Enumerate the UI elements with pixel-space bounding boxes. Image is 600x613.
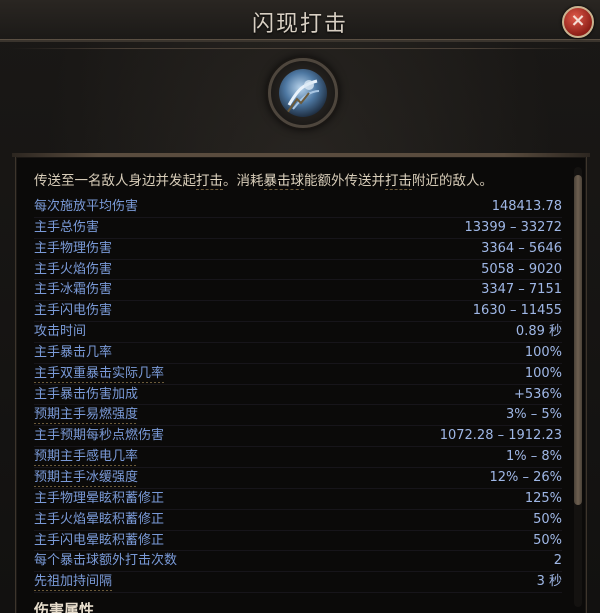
stat-value: 1072.28 – 1912.23 <box>439 428 562 444</box>
stat-row: 预期主手易燃强度 3% – 5% <box>34 405 562 427</box>
stat-value: 1% – 8% <box>505 449 562 465</box>
stat-row: 主手暴击几率 100% <box>34 343 562 364</box>
stat-label: 主手物理伤害 <box>34 240 113 256</box>
description-text: 。消耗 <box>223 173 264 189</box>
stat-value: 148413.78 <box>491 199 562 214</box>
stat-label: 主手总伤害 <box>34 219 100 235</box>
stat-row: 主手闪电晕眩积蓄修正 50% <box>34 531 562 552</box>
stat-label: 主手火焰伤害 <box>34 261 113 277</box>
stat-label: 主手预期每秒点燃伤害 <box>34 428 165 444</box>
close-button[interactable]: × <box>562 6 594 38</box>
stat-label: 主手冰霜伤害 <box>34 282 113 298</box>
stat-value: 5058 – 9020 <box>481 261 562 277</box>
stat-value: 12% – 26% <box>489 469 562 485</box>
description-keyword[interactable]: 打击 <box>196 173 223 190</box>
window-title: 闪现打击 <box>251 12 348 37</box>
stat-row: 攻击时间 0.89 秒 <box>34 322 562 343</box>
stat-label[interactable]: 预期主手感电几率 <box>34 447 139 468</box>
stat-row: 每次施放平均伤害 148413.78 <box>34 197 562 218</box>
description-text: 传送至一名敌人身边并发起 <box>34 173 196 189</box>
stat-value: 2 <box>553 553 562 569</box>
stat-value: 1630 – 11455 <box>472 303 562 319</box>
stat-label[interactable]: 预期主手冰缓强度 <box>34 467 139 488</box>
stat-value: 3347 – 7151 <box>481 282 562 298</box>
stat-value: 125% <box>524 490 562 506</box>
stat-value: 100% <box>524 344 562 360</box>
stat-row: 主手暴击伤害加成 +536% <box>34 385 562 406</box>
stat-row: 预期主手冰缓强度 12% – 26% <box>34 467 562 489</box>
scrollbar[interactable] <box>574 167 582 607</box>
stat-value: 3% – 5% <box>505 407 562 423</box>
stat-label[interactable]: 预期主手易燃强度 <box>34 405 139 426</box>
stat-label: 主手暴击几率 <box>34 344 113 360</box>
stat-value: +536% <box>513 386 562 402</box>
stat-value: 100% <box>524 365 562 381</box>
stat-label: 每个暴击球额外打击次数 <box>34 553 178 569</box>
row-separator <box>34 592 562 594</box>
skill-description: 传送至一名敌人身边并发起打击。消耗暴击球能额外传送并打击附近的敌人。 <box>34 171 564 191</box>
stat-row: 主手总伤害 13399 – 33272 <box>34 218 562 239</box>
description-keyword[interactable]: 暴击球 <box>263 173 304 190</box>
stat-value: 13399 – 33272 <box>464 219 562 235</box>
stat-row: 主手闪电伤害 1630 – 11455 <box>34 301 562 323</box>
stat-row: 预期主手感电几率 1% – 8% <box>34 447 562 468</box>
description-keyword[interactable]: 打击 <box>385 173 412 190</box>
stat-row: 主手物理伤害 3364 – 5646 <box>34 239 562 260</box>
title-bar: 闪现打击 × <box>0 0 600 42</box>
skill-tooltip-panel: 闪现打击 × 传送至一名敌人身边并发起打击。消耗暴击球能额外传送并打击附近的敌人… <box>0 0 600 613</box>
stat-row: 主手冰霜伤害 3347 – 7151 <box>34 280 562 302</box>
stat-label: 主手火焰晕眩积蓄修正 <box>34 511 165 527</box>
stat-value: 3364 – 5646 <box>481 240 562 256</box>
description-text: 能额外传送并 <box>304 173 385 189</box>
description-text: 附近的敌人。 <box>412 173 493 189</box>
stat-label: 主手闪电伤害 <box>34 303 113 319</box>
flicker-strike-icon <box>279 69 327 117</box>
stat-value: 0.89 秒 <box>515 324 562 340</box>
stat-label: 主手暴击伤害加成 <box>34 386 139 402</box>
scrollbar-thumb[interactable] <box>574 175 582 505</box>
skill-icon-frame <box>268 58 338 128</box>
stat-label: 每次施放平均伤害 <box>34 199 139 214</box>
stat-label[interactable]: 主手双重暴击实际几率 <box>34 363 165 384</box>
stat-label: 攻击时间 <box>34 324 87 340</box>
section-title-damage-properties: 伤害属性 <box>34 601 95 613</box>
stat-value: 3 秒 <box>536 574 562 590</box>
stat-row: 主手火焰晕眩积蓄修正 50% <box>34 510 562 531</box>
frame-divider <box>10 48 590 49</box>
stat-row: 主手双重暴击实际几率 100% <box>34 363 562 385</box>
stat-value: 50% <box>533 532 562 548</box>
stat-row: 每个暴击球额外打击次数 2 <box>34 551 562 573</box>
stat-label[interactable]: 先祖加持间隔 <box>34 572 113 593</box>
stat-row: 主手物理晕眩积蓄修正 125% <box>34 489 562 510</box>
stat-list: 每次施放平均伤害 148413.78 主手总伤害 13399 – 33272 主手物理伤… <box>34 197 562 594</box>
stat-row: 先祖加持间隔 3 秒 <box>34 572 562 594</box>
skill-stats-box: 传送至一名敌人身边并发起打击。消耗暴击球能额外传送并打击附近的敌人。 每次施放平… <box>12 153 590 613</box>
stat-row: 主手火焰伤害 5058 – 9020 <box>34 260 562 281</box>
stat-row: 主手预期每秒点燃伤害 1072.28 – 1912.23 <box>34 426 562 448</box>
stat-label: 主手物理晕眩积蓄修正 <box>34 490 165 506</box>
stat-label: 主手闪电晕眩积蓄修正 <box>34 532 165 548</box>
stat-value: 50% <box>533 511 562 527</box>
